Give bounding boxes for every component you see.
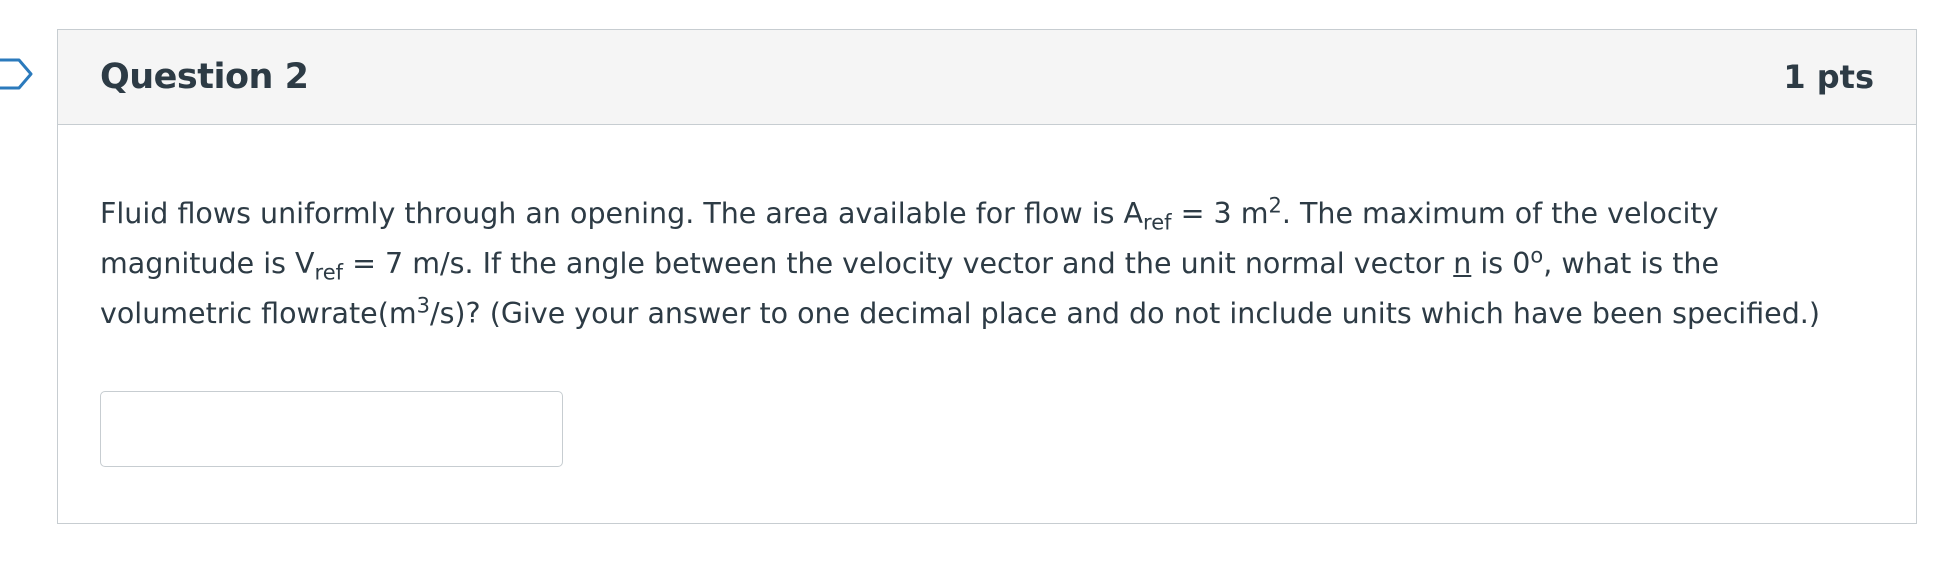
answer-input[interactable]: [100, 391, 563, 467]
bookmark-flag-icon[interactable]: [0, 57, 34, 91]
question-text-line-1: Fluid flows uniformly through an opening…: [100, 193, 1719, 235]
question-points: 1 pts: [1783, 58, 1874, 96]
question-body: Fluid flows uniformly through an opening…: [58, 125, 1916, 467]
question-title: Question 2: [100, 57, 309, 97]
question-text-line-2: magnitude is Vref = 7 m/s. If the angle …: [100, 243, 1719, 285]
question-header: Question 2 1 pts: [58, 30, 1916, 125]
question-text-line-3: volumetric flowrate(m3/s)? (Give your an…: [100, 293, 1820, 330]
question-card: Question 2 1 pts Fluid flows uniformly t…: [57, 29, 1917, 524]
